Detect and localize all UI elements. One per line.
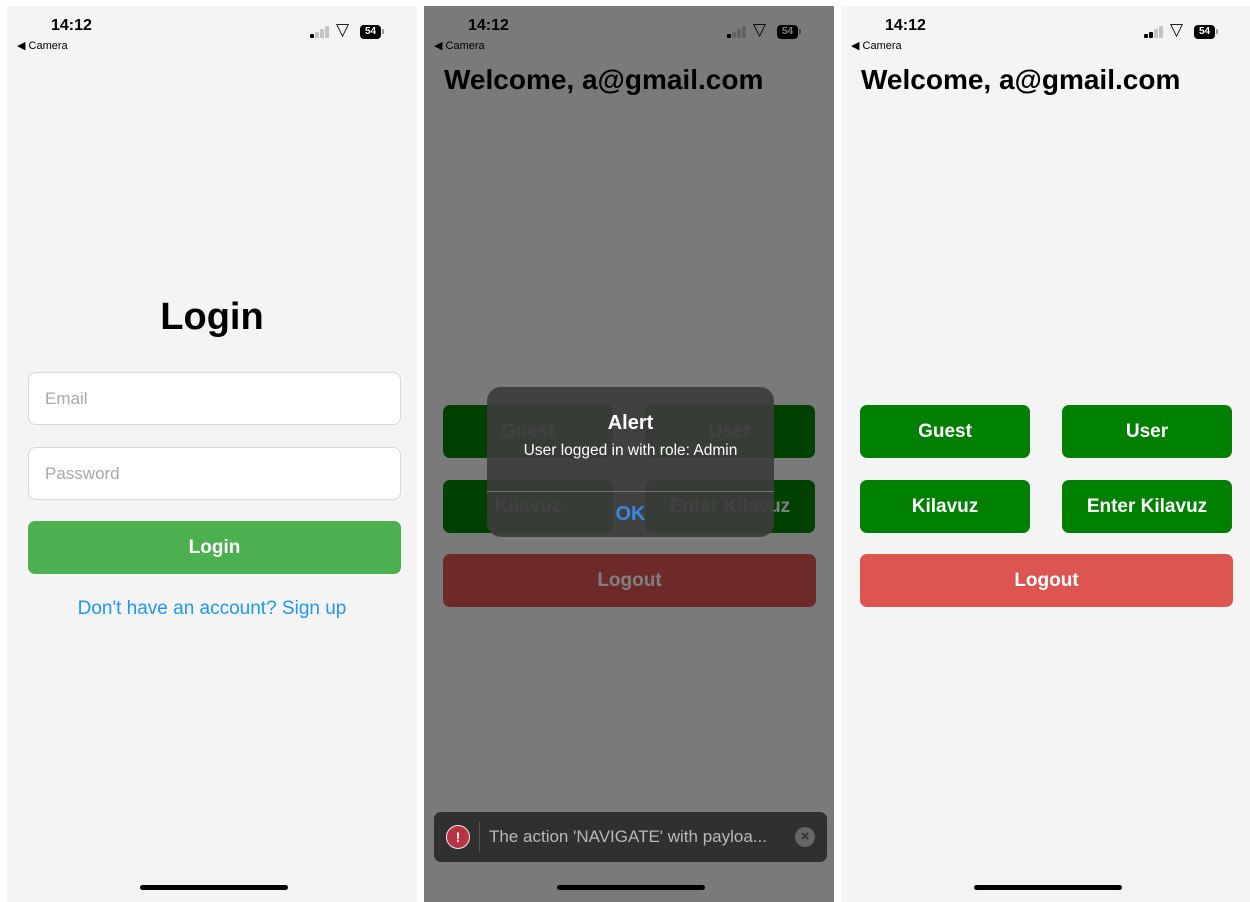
battery-tip <box>1216 29 1218 34</box>
alert-ok-button[interactable]: OK <box>487 492 774 537</box>
wifi-icon: ▽ <box>336 20 350 39</box>
page-title: Login <box>160 296 264 338</box>
battery-icon: 54 <box>1194 25 1215 39</box>
battery-icon: 54 <box>360 25 381 39</box>
toast-divider <box>479 822 480 852</box>
signal-icon <box>310 26 330 38</box>
toast-message: The action 'NAVIGATE' with payloa... <box>489 827 767 846</box>
status-icons: ▽ 54 <box>310 20 390 40</box>
alert-title: Alert <box>607 412 654 434</box>
status-time: 14:12 <box>51 17 92 34</box>
kilavuz-button[interactable]: Kilavuz <box>860 480 1030 533</box>
home-indicator <box>140 885 288 890</box>
back-to-camera-link[interactable]: ◀ Camera <box>851 39 902 52</box>
home-screen-with-alert: 14:12 ◀ Camera ▽ 54 Welcome, a@gmail.com… <box>424 6 834 902</box>
guest-button[interactable]: Guest <box>860 405 1030 458</box>
close-icon[interactable]: × <box>795 827 815 847</box>
error-toast[interactable]: ! The action 'NAVIGATE' with payloa... × <box>434 812 827 862</box>
enter-kilavuz-button[interactable]: Enter Kilavuz <box>1062 480 1232 533</box>
signup-link[interactable]: Don't have an account? Sign up <box>7 598 417 620</box>
alert-message: User logged in with role: Admin <box>523 442 738 459</box>
welcome-heading: Welcome, a@gmail.com <box>861 64 1181 95</box>
user-button[interactable]: User <box>1062 405 1232 458</box>
error-icon: ! <box>446 825 470 849</box>
wifi-icon: ▽ <box>1170 20 1184 39</box>
status-time: 14:12 <box>885 17 926 34</box>
home-indicator <box>557 885 705 890</box>
battery-tip <box>382 29 384 34</box>
password-field[interactable] <box>28 447 401 500</box>
back-to-camera-link[interactable]: ◀ Camera <box>17 39 68 52</box>
status-icons: ▽ 54 <box>1144 20 1224 40</box>
alert-dialog: Alert User logged in with role: Admin OK <box>487 387 774 537</box>
logout-button[interactable]: Logout <box>860 554 1233 607</box>
login-button[interactable]: Login <box>28 521 401 574</box>
home-screen: 14:12 ◀ Camera ▽ 54 Welcome, a@gmail.com… <box>841 6 1250 902</box>
email-field[interactable] <box>28 372 401 425</box>
login-screen: 14:12 ◀ Camera ▽ 54 Login Login Don't ha… <box>7 6 417 902</box>
signal-icon <box>1144 26 1164 38</box>
home-indicator <box>974 885 1122 890</box>
